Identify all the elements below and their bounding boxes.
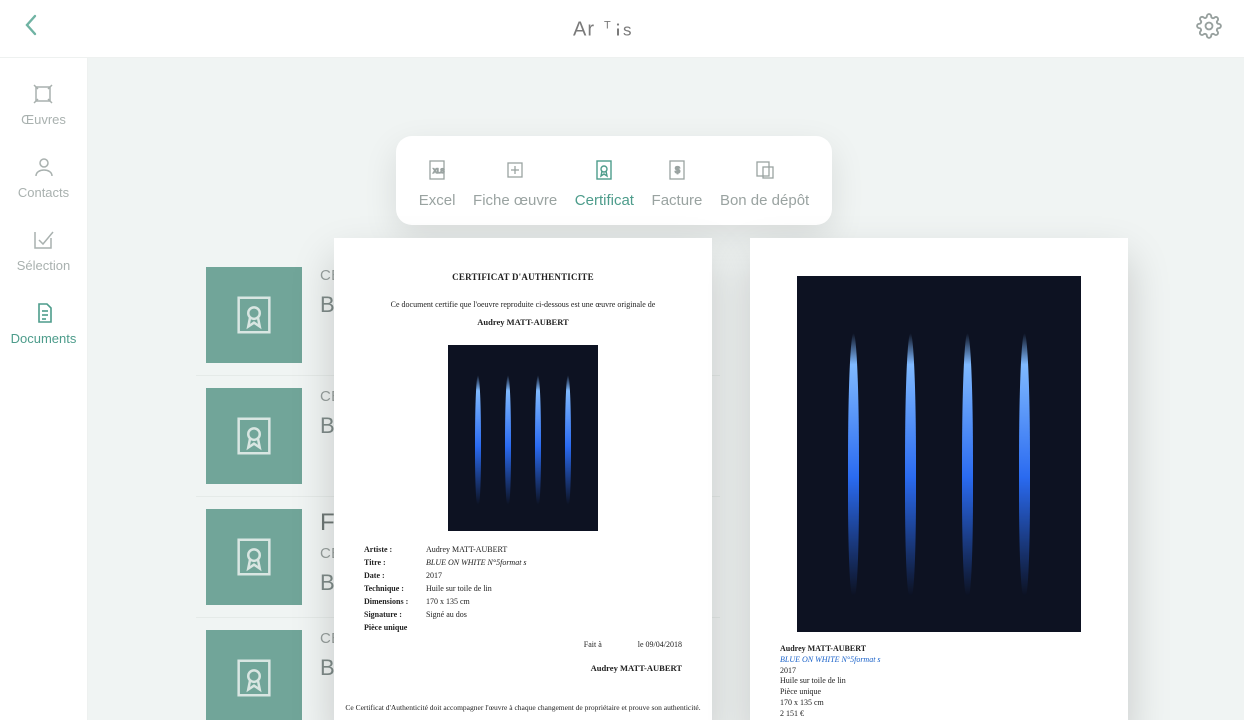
certificate-title: CERTIFICAT D'AUTHENTICITE <box>364 272 682 282</box>
artwork-sheet-preview[interactable]: Audrey MATT-AUBERT BLUE ON WHITE N°5form… <box>750 238 1128 720</box>
tab-fiche-oeuvre[interactable]: Fiche œuvre <box>473 158 557 209</box>
check-square-icon <box>31 228 55 252</box>
certificate-fields: Artiste :Audrey MATT-AUBERT Titre :BLUE … <box>364 545 682 632</box>
sidebar-item-label: Contacts <box>18 185 69 200</box>
svg-text:$: $ <box>675 165 680 175</box>
artwork-sheet-meta: Audrey MATT-AUBERT BLUE ON WHITE N°5form… <box>780 644 1098 720</box>
certificate-icon <box>231 534 277 580</box>
certificate-preview[interactable]: CERTIFICAT D'AUTHENTICITE Ce document ce… <box>334 238 712 720</box>
certificate-icon <box>231 655 277 701</box>
main-area: CE BL CE BL Fe CE <box>88 58 1244 720</box>
certificate-icon <box>592 158 616 182</box>
field-signature: Signé au dos <box>426 610 467 619</box>
sidebar-item-contacts[interactable]: Contacts <box>18 155 69 200</box>
certificate-signatory: Audrey MATT-AUBERT <box>364 663 682 673</box>
sidebar-item-documents[interactable]: Documents <box>11 301 77 346</box>
svg-text:XLS: XLS <box>433 169 444 175</box>
tab-label: Excel <box>419 192 456 209</box>
settings-button[interactable] <box>1196 13 1222 44</box>
sidebar-item-label: Œuvres <box>21 112 66 127</box>
svg-text:Ar: Ar <box>573 18 595 40</box>
artwork-frame-icon <box>31 82 55 106</box>
sheet2-technique: Huile sur toile de lin <box>780 676 1098 687</box>
sheet2-piece: Pièce unique <box>780 687 1098 698</box>
sidebar-item-oeuvres[interactable]: Œuvres <box>21 82 66 127</box>
sidebar-item-label: Sélection <box>17 258 70 273</box>
preview-container: CERTIFICAT D'AUTHENTICITE Ce document ce… <box>334 238 1128 720</box>
sheet2-price: 2 151 € <box>780 709 1098 720</box>
back-button[interactable] <box>22 12 40 45</box>
gear-icon <box>1196 13 1222 39</box>
field-date: 2017 <box>426 571 442 580</box>
field-titre: BLUE ON WHITE N°5format s <box>426 558 527 567</box>
doc-thumbnail <box>206 509 302 605</box>
tab-label: Certificat <box>575 192 634 209</box>
excel-file-icon: XLS <box>425 158 449 182</box>
certificate-place-label: Fait à <box>584 640 602 649</box>
sheet2-dimensions: 170 x 135 cm <box>780 698 1098 709</box>
field-dimensions: 170 x 135 cm <box>426 597 470 606</box>
tab-excel[interactable]: XLS Excel <box>419 158 456 209</box>
tab-label: Bon de dépôt <box>720 192 809 209</box>
chevron-left-icon <box>22 12 40 38</box>
tab-label: Fiche œuvre <box>473 192 557 209</box>
field-technique: Huile sur toile de lin <box>426 584 492 593</box>
tab-certificat[interactable]: Certificat <box>575 158 634 209</box>
field-artiste: Audrey MATT-AUBERT <box>426 545 507 554</box>
tab-label: Facture <box>652 192 703 209</box>
tab-facture[interactable]: $ Facture <box>652 158 703 209</box>
certificate-subline: Ce document certifie que l'oeuvre reprod… <box>364 300 682 309</box>
certificate-artist: Audrey MATT-AUBERT <box>364 317 682 327</box>
certificate-date-label: le 09/04/2018 <box>638 640 682 649</box>
logo-icon: Ar T s <box>573 14 663 44</box>
app-header: Ar T s <box>0 0 1244 58</box>
svg-text:T: T <box>604 19 612 31</box>
artwork-image <box>797 276 1081 632</box>
svg-text:s: s <box>623 20 633 39</box>
artwork-image <box>448 345 598 531</box>
field-piece: Pièce unique <box>364 623 407 632</box>
sidebar: Œuvres Contacts Sélection Documents <box>0 58 88 720</box>
export-type-tabs: XLS Excel Fiche œuvre Certificat $ Factu… <box>396 136 832 225</box>
certificate-footer: Ce Certificat d'Authenticité doit accomp… <box>334 703 712 712</box>
certificate-icon <box>231 292 277 338</box>
doc-thumbnail <box>206 630 302 720</box>
invoice-icon: $ <box>665 158 689 182</box>
sheet2-artist: Audrey MATT-AUBERT <box>780 644 1098 655</box>
sheet2-year: 2017 <box>780 666 1098 677</box>
document-icon <box>32 301 56 325</box>
tab-bon-depot[interactable]: Bon de dépôt <box>720 158 809 209</box>
app-logo: Ar T s <box>573 14 663 44</box>
person-icon <box>32 155 56 179</box>
sidebar-item-selection[interactable]: Sélection <box>17 228 70 273</box>
doc-thumbnail <box>206 388 302 484</box>
sheet2-title: BLUE ON WHITE N°5format s <box>780 655 1098 666</box>
certificate-icon <box>231 413 277 459</box>
artwork-add-icon <box>503 158 527 182</box>
sidebar-item-label: Documents <box>11 331 77 346</box>
deposit-icon <box>753 158 777 182</box>
doc-thumbnail <box>206 267 302 363</box>
